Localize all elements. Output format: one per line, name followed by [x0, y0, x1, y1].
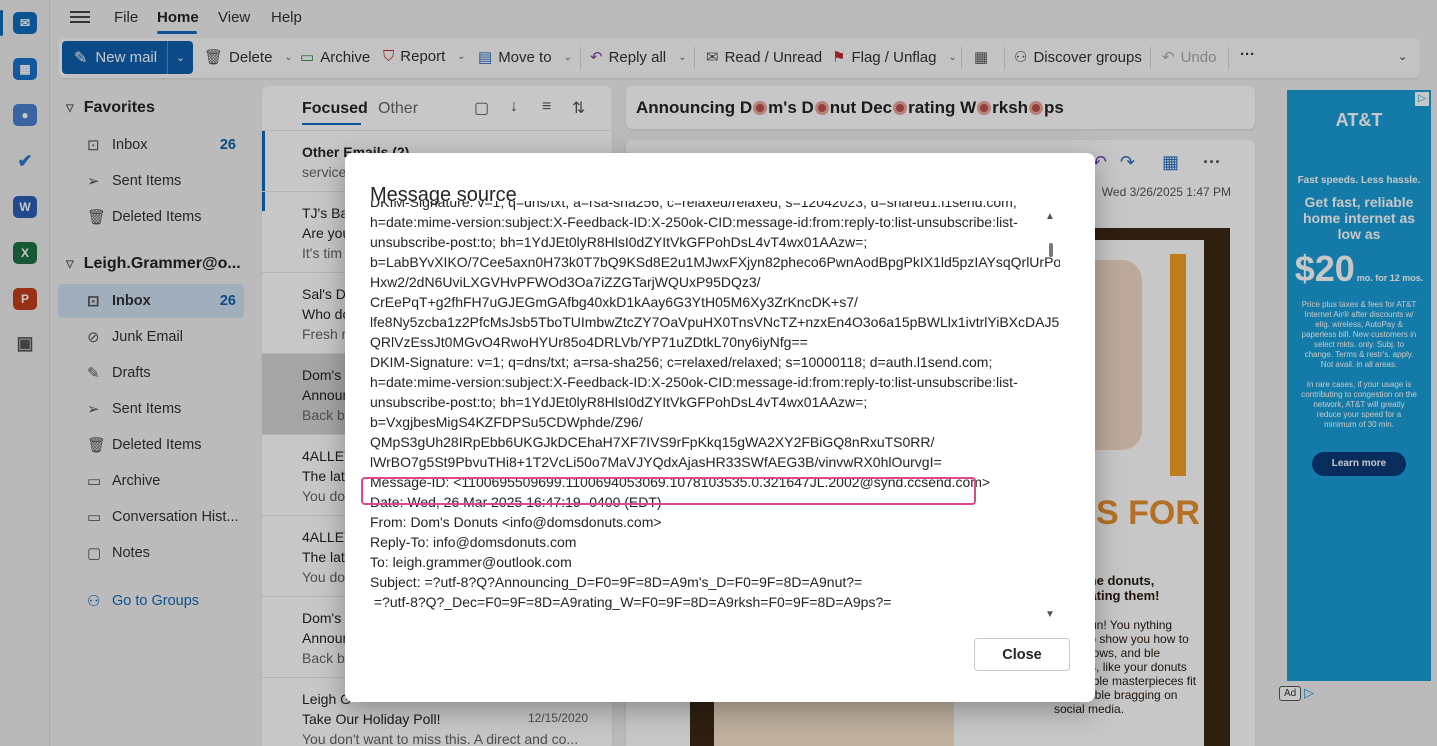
source-line: unsubscribe-post:to; bh=1YdJEt0lyR8HlsI0… — [370, 394, 868, 410]
source-lines: DKIM-Signature: v=1; q=dns/txt; a=rsa-sh… — [370, 201, 1060, 612]
close-button[interactable]: Close — [974, 638, 1070, 671]
source-line: Subject: =?utf-8?Q?Announcing_D=F0=9F=8D… — [370, 574, 863, 590]
source-line: DKIM-Signature: v=1; q=dns/txt; a=rsa-sh… — [370, 201, 1017, 210]
source-line: b=LabBYvXIKO/7Cee5axn0H73k0T7bQ9KSd8E2u1… — [370, 254, 1060, 270]
scroll-down-icon[interactable]: ▼ — [1045, 609, 1055, 620]
source-line: Reply-To: info@domsdonuts.com — [370, 534, 577, 550]
source-line: Hxw2/2dN6UviLXGVHvPFWOd3Oa7iZZGTarjWQUxP… — [370, 274, 761, 290]
message-source-dialog: Message source DKIM-Signature: v=1; q=dn… — [345, 153, 1095, 702]
source-line: From: Dom's Donuts <info@domsdonuts.com> — [370, 514, 662, 530]
source-line: lfe8Ny5zcba1z2PfcMsJsb5TboTUImbwZtcZY7Oa… — [370, 314, 1060, 330]
source-line: b=VxgjbesMigS4KZFDPSu5CDWphde/Z96/ — [370, 414, 643, 430]
scrollbar-thumb[interactable] — [1049, 243, 1053, 257]
source-line: QRlVzEssJt0MGvO4RwoHYUr85o4DRLVb/YP71uZD… — [370, 334, 808, 350]
scroll-up-icon[interactable]: ▲ — [1045, 211, 1055, 222]
source-line: QMpS3gUh28IRpEbb6UKGJkDCEhaH7XF7IVS9rFpK… — [370, 434, 935, 450]
source-line: DKIM-Signature: v=1; q=dns/txt; a=rsa-sh… — [370, 354, 993, 370]
source-line: lWrBO7g5St9PbvuTHi8+1T2VcLi50o7MaVJYQdxA… — [370, 454, 942, 470]
message-id-highlight — [361, 477, 976, 505]
source-line: =?utf-8?Q?_Dec=F0=9F=8D=A9rating_W=F0=9F… — [370, 594, 892, 610]
source-line: h=date:mime-version:subject:X-Feedback-I… — [370, 374, 1018, 390]
source-line: h=date:mime-version:subject:X-Feedback-I… — [370, 214, 1018, 230]
source-line: unsubscribe-post:to; bh=1YdJEt0lyR8HlsI0… — [370, 234, 868, 250]
source-line: CrEePqT+g2fhFH7uGJEGmGAfbg40xkD1kAay6G3Y… — [370, 294, 858, 310]
source-line: To: leigh.grammer@outlook.com — [370, 554, 572, 570]
source-text-area[interactable]: DKIM-Signature: v=1; q=dns/txt; a=rsa-sh… — [370, 201, 1060, 621]
